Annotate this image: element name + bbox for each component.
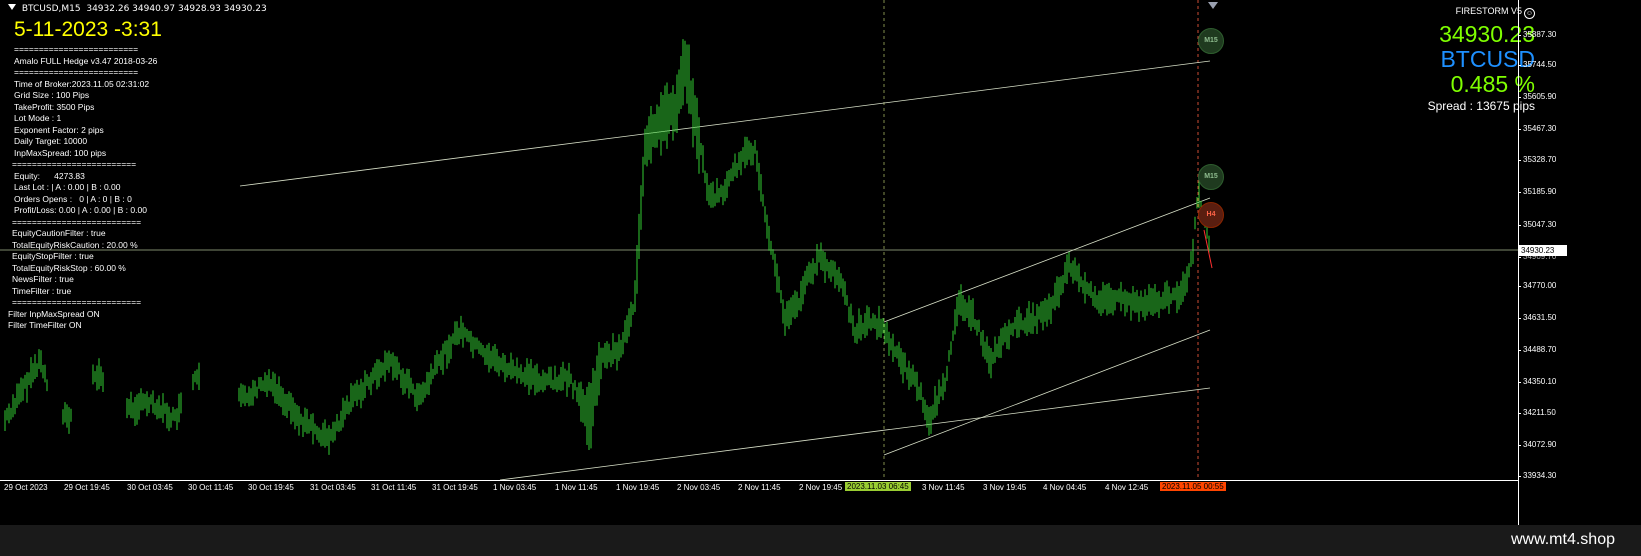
price-tick-label: 35744.50 <box>1517 60 1557 69</box>
price-tick-label: 35185.90 <box>1517 187 1557 196</box>
trend-line <box>499 387 1211 480</box>
time-tick-label: 1 Nov 19:45 <box>616 483 660 492</box>
price-tick-label: 35887.30 <box>1517 30 1557 39</box>
info-line: Amalo FULL Hedge v3.47 2018-03-26 <box>14 55 158 66</box>
trend-line <box>239 60 1211 187</box>
time-tick-label: 1 Nov 03:45 <box>493 483 537 492</box>
time-tick-label: 1 Nov 11:45 <box>555 483 598 492</box>
ea-info-panel: ========================= Amalo FULL Hedg… <box>8 44 157 332</box>
bottom-bar: www.mt4.shop <box>0 525 1641 556</box>
info-line: ========================== <box>12 297 142 307</box>
price-axis[interactable]: 35887.30 35744.50 35605.90 35467.30 35328.70… <box>1517 0 1641 525</box>
info-line: Profit/Loss: 0.00 | A : 0.00 | B : 0.00 <box>14 205 147 215</box>
broker-clock: 5-11-2023 -3:31 <box>14 18 162 41</box>
time-tick-label: 4 Nov 04:45 <box>1043 483 1087 492</box>
info-line: ========================= <box>14 67 139 77</box>
signal-line <box>1203 229 1213 269</box>
time-tick-label: 31 Oct 11:45 <box>371 483 417 492</box>
info-line: Orders Opens : 0 | A : 0 | B : 0 <box>14 193 132 204</box>
info-line: Filter TimeFilter ON <box>8 320 82 330</box>
info-line: InpMaxSpread: 100 pips <box>14 147 107 158</box>
price-tick-label: 35328.70 <box>1517 155 1557 164</box>
price-tick-label: 35047.30 <box>1517 220 1557 229</box>
time-tick-label: 2 Nov 11:45 <box>738 483 781 492</box>
dropdown-arrow-icon[interactable] <box>8 4 16 10</box>
watermark: www.mt4.shop <box>1510 531 1615 548</box>
time-tick-label: 2 Nov 19:45 <box>799 483 843 492</box>
price-tick-label: 35467.30 <box>1517 124 1557 133</box>
price-tick-label: 33934.30 <box>1517 471 1557 480</box>
current-price-tag: 34930.23 <box>1518 245 1567 256</box>
info-line: ========================= <box>12 159 137 169</box>
info-line: Daily Target: 10000 <box>14 136 88 146</box>
info-line: Time of Broker:2023.11.05 02:31:02 <box>14 78 150 89</box>
time-tick-label: 29 Oct 19:45 <box>64 483 110 492</box>
info-line: Equity: 4273.83 <box>14 170 85 181</box>
time-tick-label: 3 Nov 19:45 <box>983 483 1027 492</box>
time-tick-label: 30 Oct 19:45 <box>248 483 294 492</box>
m15-badge[interactable]: M15 <box>1198 164 1224 190</box>
info-line: TotalEquityRiskCaution : 20.00 % <box>12 239 138 250</box>
info-line: EquityCautionFilter : true <box>12 228 106 238</box>
price-tick-label: 34211.50 <box>1518 408 1556 417</box>
time-axis[interactable]: 4 Nov 12:45 4 Nov 04:45 3 Nov 19:45 3 Nov 1… <box>0 480 1518 495</box>
info-line: ========================== <box>12 216 142 227</box>
time-tick-label: 3 Nov 11:45 <box>922 483 965 492</box>
time-tick-label: 2 Nov 03:45 <box>677 483 721 492</box>
shift-marker-icon[interactable] <box>1208 2 1218 9</box>
time-highlight-orange: 2023.11.05 00:55 <box>1160 482 1226 491</box>
price-tick-label: 34350.10 <box>1517 377 1557 386</box>
time-tick-label: 29 Oct 2023 <box>4 483 48 492</box>
info-line: Grid Size : 100 Pips <box>14 90 90 100</box>
ohlc-values: 34932.26 34940.97 34928.93 34930.23 <box>86 4 267 14</box>
time-tick-label: 4 Nov 12:45 <box>1105 483 1149 492</box>
chart-header: BTCUSD,M15 34932.26 34940.97 34928.93 34… <box>8 4 267 14</box>
m15-badge[interactable]: M15 <box>1198 28 1224 54</box>
time-highlight-green: 2023.11.03 06:45 <box>845 482 911 491</box>
price-tick-label: 34631.50 <box>1517 313 1557 322</box>
time-tick-label: 30 Oct 11:45 <box>188 483 234 492</box>
trend-line <box>883 329 1211 456</box>
info-line: TakeProfit: 3500 Pips <box>14 101 95 112</box>
price-chart[interactable] <box>0 0 1518 480</box>
info-line: TotalEquityRiskStop : 60.00 % <box>12 262 126 273</box>
chart-area[interactable]: BTCUSD,M15 34932.26 34940.97 34928.93 34… <box>0 0 1641 525</box>
time-tick-label: 31 Oct 19:45 <box>432 483 478 492</box>
info-line: Exponent Factor: 2 pips <box>14 124 104 135</box>
info-line: TimeFilter : true <box>12 285 72 296</box>
info-line: EquityStopFilter : true <box>12 251 94 261</box>
info-line: Last Lot : | A : 0.00 | B : 0.00 <box>14 182 121 192</box>
symbol-period: BTCUSD,M15 <box>21 4 81 14</box>
info-line: Filter InpMaxSpread ON <box>8 308 100 319</box>
info-line: NewsFilter : true <box>12 274 74 284</box>
price-tick-label: 34072.90 <box>1517 440 1557 449</box>
info-line: Lot Mode : 1 <box>14 113 62 123</box>
price-tick-label: 35605.90 <box>1517 92 1557 101</box>
time-tick-label: 30 Oct 03:45 <box>127 483 173 492</box>
time-tick-label: 31 Oct 03:45 <box>310 483 356 492</box>
info-line: ========================= <box>14 44 139 54</box>
price-tick-label: 34488.70 <box>1517 345 1557 354</box>
price-tick-label: 34770.00 <box>1517 281 1557 290</box>
h4-badge[interactable]: H4 <box>1198 202 1224 228</box>
